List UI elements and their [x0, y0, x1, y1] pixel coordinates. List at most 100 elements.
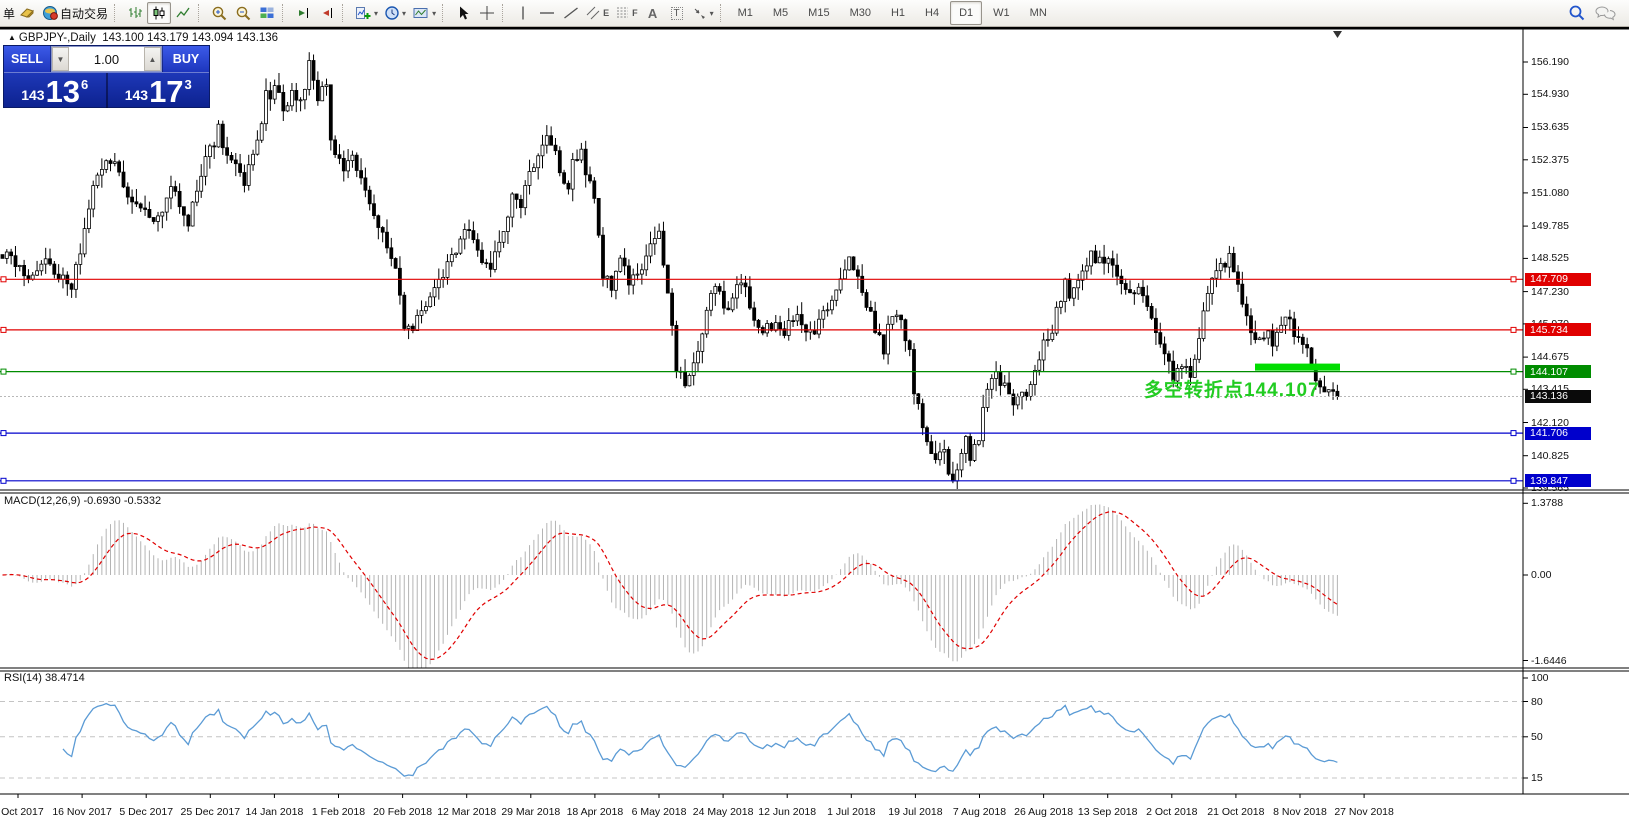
line-chart-icon [175, 5, 191, 21]
periods-button[interactable]: ▾ [381, 2, 409, 24]
macd-signal-line [3, 512, 1338, 660]
hline-147.709[interactable] [0, 277, 1523, 282]
chart-bars-button[interactable] [123, 2, 147, 24]
tile-windows-button[interactable] [255, 2, 279, 24]
horizontal-line-button[interactable] [535, 2, 559, 24]
chevron-down-icon: ▾ [374, 9, 378, 18]
date-label: 20 Feb 2018 [373, 806, 432, 818]
sell-price[interactable]: 143 13 6 [4, 73, 108, 108]
price-tick-label: 147.230 [1531, 286, 1569, 298]
chart-candles-button[interactable] [147, 2, 171, 24]
buy-price-prefix: 143 [125, 87, 148, 103]
price-tick-label: 153.635 [1531, 121, 1569, 133]
indicators-button[interactable]: ▾ [351, 2, 381, 24]
candles-group[interactable] [1, 52, 1339, 489]
date-label: 8 Nov 2018 [1273, 806, 1327, 818]
templates-button[interactable]: ▾ [409, 2, 439, 24]
fibonacci-button[interactable]: F [612, 2, 641, 24]
timeframe-toolbar: M1M5M15M30H1H4D1W1MN [729, 1, 1056, 25]
add-indicator-icon [354, 5, 372, 21]
history-button[interactable] [15, 2, 39, 24]
price-tick-label: 148.525 [1531, 252, 1569, 264]
crosshair-button[interactable] [475, 2, 499, 24]
ohlc-readout: 143.100 143.179 143.094 143.136 [102, 32, 278, 44]
equidistant-channel-button[interactable]: E [583, 2, 612, 24]
toolbar-grip [342, 4, 348, 22]
order-button[interactable]: 单 [3, 5, 15, 22]
timeframe-button-m30[interactable]: M30 [841, 1, 880, 25]
vertical-line-button[interactable] [511, 2, 535, 24]
bar-chart-icon [127, 5, 143, 21]
collapse-triangle-icon[interactable]: ▲ [8, 33, 16, 42]
symbol-period-label: GBPJPY-,Daily [19, 32, 96, 44]
auto-scroll-icon [295, 5, 311, 21]
gold-eraser-icon [18, 5, 36, 21]
rsi-pane[interactable] [0, 702, 1523, 779]
cursor-button[interactable] [451, 2, 475, 24]
chart-line-button[interactable] [171, 2, 195, 24]
date-label: 12 Jun 2018 [758, 806, 816, 818]
timeframe-button-h1[interactable]: H1 [882, 1, 914, 25]
hline-141.706[interactable] [0, 431, 1523, 436]
horizontal-line-icon [538, 5, 556, 21]
timeframe-button-mn[interactable]: MN [1021, 1, 1056, 25]
macd-tick-label: -1.6446 [1531, 655, 1567, 667]
price-tick-label: 140.825 [1531, 450, 1569, 462]
buy-price[interactable]: 143 17 3 [108, 73, 210, 108]
chat-icon[interactable] [1594, 5, 1618, 22]
autotrade-button[interactable]: 自动交易 [39, 2, 111, 24]
search-icon[interactable] [1568, 4, 1586, 22]
chevron-down-icon: ▾ [710, 9, 714, 18]
hline-144.107[interactable] [0, 364, 1523, 375]
price-tick-label: 151.080 [1531, 187, 1569, 199]
arrows-shapes-icon [692, 5, 708, 21]
text-label-button[interactable]: T [665, 2, 689, 24]
timeframe-button-w1[interactable]: W1 [984, 1, 1019, 25]
shapes-button[interactable]: ▾ [689, 2, 717, 24]
text-tool-button[interactable]: A [641, 2, 665, 24]
timeframe-button-m15[interactable]: M15 [799, 1, 838, 25]
hline-139.847[interactable] [0, 478, 1523, 483]
auto-scroll-button[interactable] [291, 2, 315, 24]
current-price-badge: 143.136 [1525, 390, 1591, 403]
volume-decrease-button[interactable]: ▼ [52, 47, 69, 71]
date-label: 24 May 2018 [693, 806, 754, 818]
mt4-window: 单 自动交易 [0, 0, 1629, 824]
date-label: 25 Dec 2017 [181, 806, 241, 818]
channel-icon [586, 5, 602, 21]
volume-input[interactable]: 1.00 [69, 47, 144, 71]
buy-button[interactable]: BUY [162, 46, 209, 72]
channel-letter: E [603, 8, 609, 18]
fibonacci-icon [615, 5, 631, 21]
price-tick-label: 152.375 [1531, 154, 1569, 166]
zoom-out-button[interactable] [231, 2, 255, 24]
timeframe-button-d1[interactable]: D1 [950, 1, 982, 25]
chart-canvas[interactable] [0, 27, 1629, 824]
toolbar-right-group [1568, 4, 1626, 22]
price-tick-label: 156.190 [1531, 56, 1569, 68]
buy-price-big: 17 [149, 78, 183, 106]
last-bar-marker [1333, 31, 1342, 38]
macd-pane[interactable] [3, 505, 1338, 674]
date-label: 6 May 2018 [632, 806, 687, 818]
timeframe-button-h4[interactable]: H4 [916, 1, 948, 25]
date-label: 2 Oct 2018 [1146, 806, 1197, 818]
date-label: 7 Aug 2018 [953, 806, 1006, 818]
price-tick-label: 144.675 [1531, 351, 1569, 363]
date-label: 18 Apr 2018 [567, 806, 624, 818]
hline-price-badge: 145.734 [1525, 323, 1591, 336]
text-tool-letter: A [648, 6, 657, 21]
timeframe-button-m5[interactable]: M5 [764, 1, 797, 25]
sell-button[interactable]: SELL [4, 46, 51, 72]
trendline-button[interactable] [559, 2, 583, 24]
fibonacci-letter: F [632, 8, 638, 18]
date-label: 29 Mar 2018 [501, 806, 560, 818]
chart-shift-button[interactable] [315, 2, 339, 24]
toolbar-grip [282, 4, 288, 22]
timeframe-button-m1[interactable]: M1 [729, 1, 762, 25]
volume-increase-button[interactable]: ▲ [144, 47, 161, 71]
date-label: 27 Nov 2018 [1334, 806, 1394, 818]
pivot-annotation[interactable]: 多空转折点144.107 [1144, 375, 1320, 402]
pivot-highlight-bar [1255, 364, 1340, 371]
zoom-in-button[interactable] [207, 2, 231, 24]
